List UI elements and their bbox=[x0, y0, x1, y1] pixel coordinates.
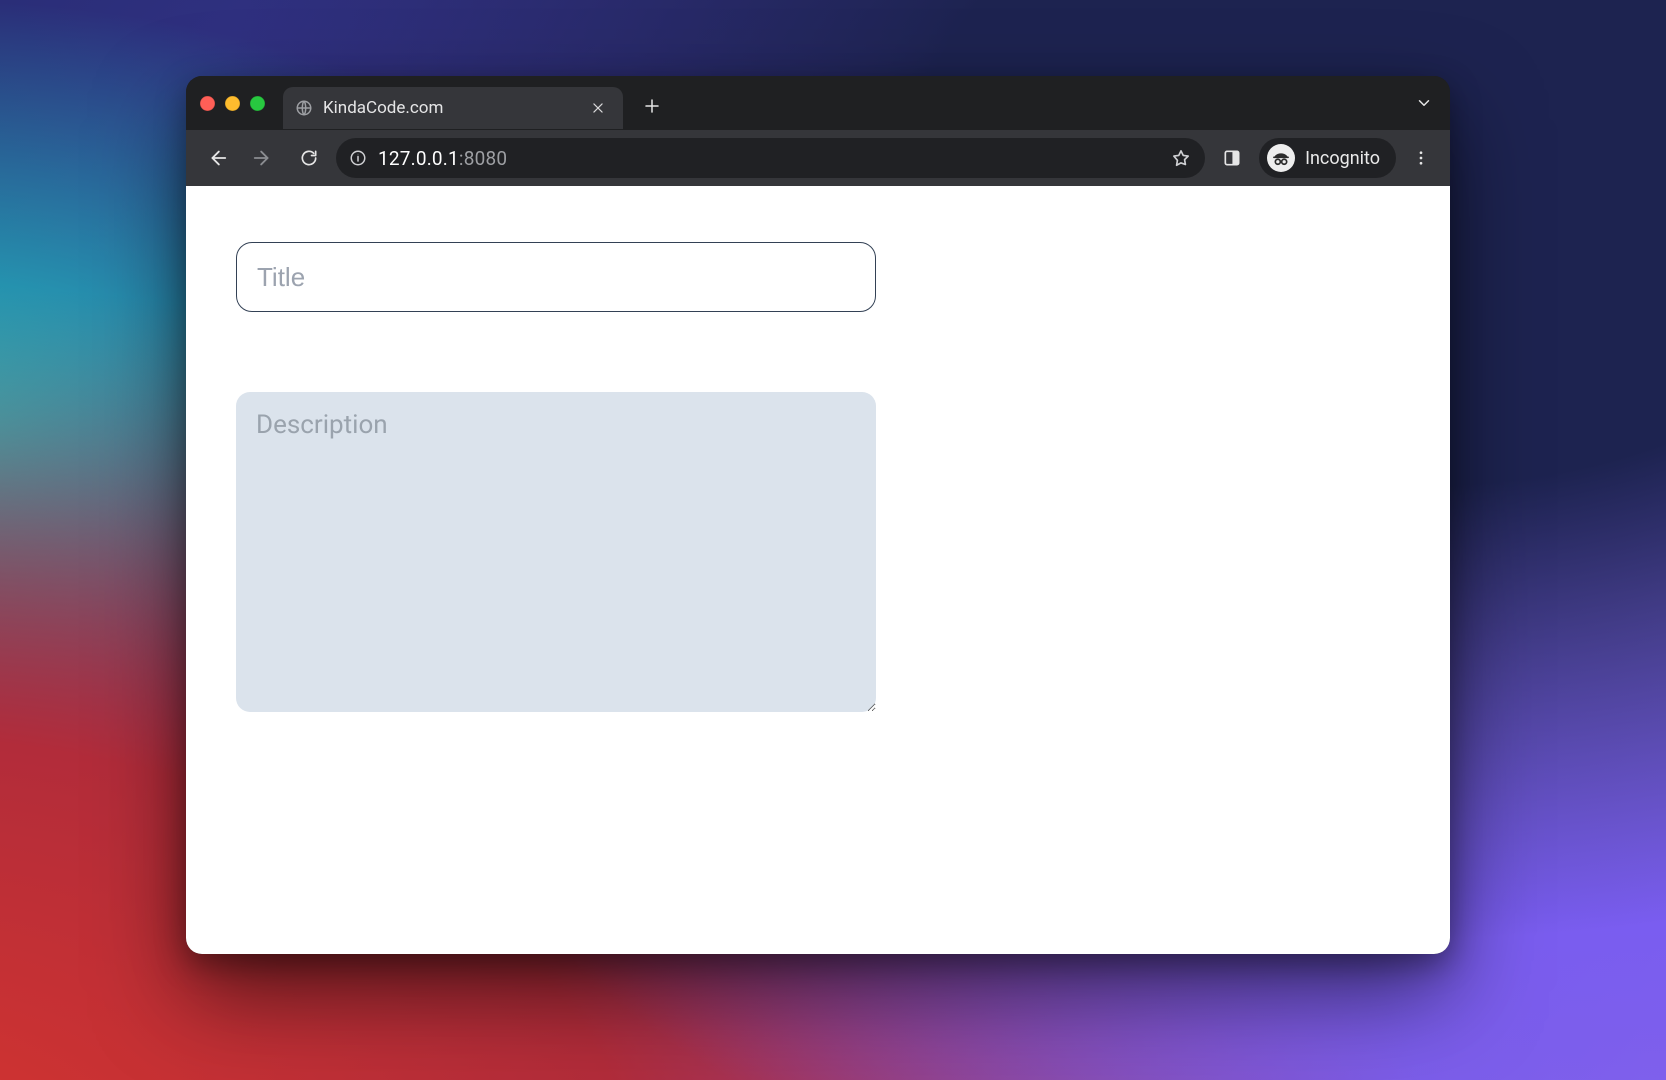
browser-window: KindaCode.com bbox=[186, 76, 1450, 954]
incognito-label: Incognito bbox=[1305, 148, 1380, 169]
address-bar[interactable]: 127.0.0.1:8080 bbox=[336, 138, 1205, 178]
nav-forward-button[interactable] bbox=[244, 139, 282, 177]
address-text: 127.0.0.1:8080 bbox=[378, 147, 507, 170]
tab-title: KindaCode.com bbox=[323, 98, 577, 118]
new-tab-button[interactable] bbox=[635, 89, 669, 123]
window-menu-button[interactable] bbox=[1410, 89, 1438, 117]
browser-menu-button[interactable] bbox=[1404, 141, 1438, 175]
page-viewport bbox=[186, 186, 1450, 954]
toolbar: 127.0.0.1:8080 bbox=[186, 130, 1450, 186]
window-minimize-button[interactable] bbox=[225, 96, 240, 111]
address-host: 127.0.0.1 bbox=[378, 147, 459, 170]
browser-tab-active[interactable]: KindaCode.com bbox=[283, 87, 623, 129]
nav-reload-button[interactable] bbox=[290, 139, 328, 177]
nav-back-button[interactable] bbox=[198, 139, 236, 177]
window-close-button[interactable] bbox=[200, 96, 215, 111]
window-zoom-button[interactable] bbox=[250, 96, 265, 111]
window-controls bbox=[200, 96, 271, 111]
incognito-indicator[interactable]: Incognito bbox=[1259, 138, 1396, 178]
tab-bar: KindaCode.com bbox=[186, 76, 1450, 130]
site-info-icon[interactable] bbox=[346, 146, 370, 170]
address-port: :8080 bbox=[459, 147, 507, 170]
reading-list-icon[interactable] bbox=[1213, 139, 1251, 177]
bookmark-star-icon[interactable] bbox=[1167, 144, 1195, 172]
title-input[interactable] bbox=[236, 242, 876, 312]
globe-icon bbox=[295, 99, 313, 117]
incognito-icon bbox=[1267, 144, 1295, 172]
description-textarea[interactable] bbox=[236, 392, 876, 712]
tab-close-button[interactable] bbox=[587, 97, 609, 119]
